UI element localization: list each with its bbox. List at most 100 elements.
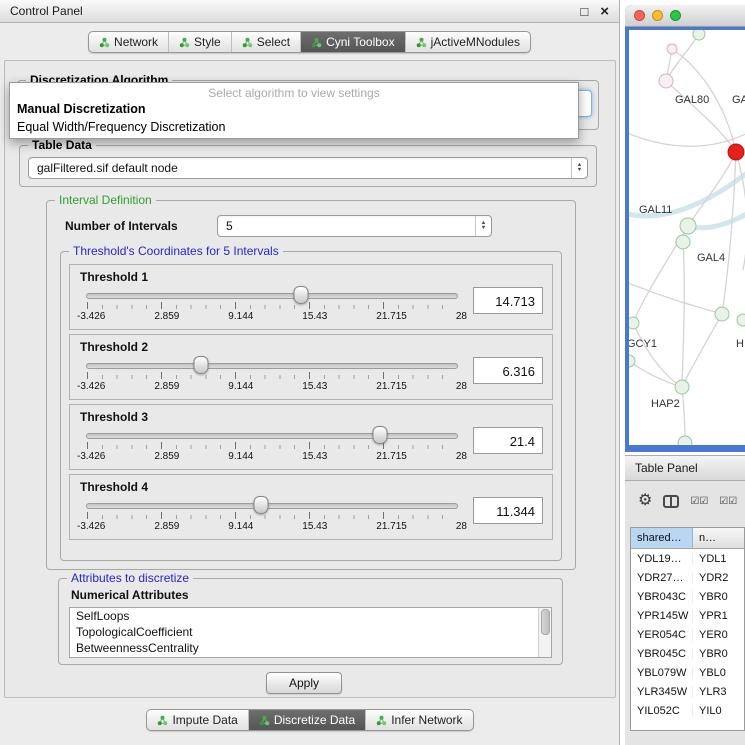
close-window-light[interactable] [634,10,645,21]
network-icon [157,715,168,726]
table-row[interactable]: YPR145W YPR1 [631,606,744,625]
network-canvas[interactable]: GAL80GAGAL11GAL4GCY1HHAP2 [629,30,745,445]
tab[interactable]: Discretize Data [248,710,365,730]
tab[interactable]: Select [231,32,300,52]
tab[interactable]: Style [168,32,231,52]
attributes-scrollbar[interactable] [538,608,551,657]
network-node[interactable] [659,74,673,88]
bottom-tabset: Impute Data Discretize Data Infer Networ… [146,709,473,731]
column-header-shared-name[interactable]: shared… [631,528,693,548]
bottom-tab-bar: Impute Data Discretize Data Infer Networ… [0,709,620,731]
tab[interactable]: Infer Network [365,710,472,730]
threshold-value-input[interactable]: 21.4 [473,427,543,454]
slider-thumb[interactable] [293,286,308,304]
top-tab-bar: Network Style Select Cyni Toolbox jActiv… [0,31,619,53]
tab[interactable]: Impute Data [147,710,247,730]
network-node[interactable] [667,44,677,54]
slider-track[interactable] [86,293,458,299]
table-row[interactable]: YLR345W YLR3 [631,682,744,701]
table-row[interactable]: YER054C YER0 [631,625,744,644]
window-title: Control Panel [10,4,568,18]
network-node[interactable] [715,307,729,321]
threshold-slider: -3.4262.8599.14415.4321.71528 [86,358,458,394]
table-row[interactable]: YBR043C YBR0 [631,587,744,606]
slider-thumb[interactable] [253,496,268,514]
network-node[interactable] [676,235,690,249]
close-window-icon[interactable]: × [600,5,609,18]
list-item[interactable]: TopologicalCoefficient [70,624,551,640]
slider-track[interactable] [86,363,458,369]
slider-track[interactable] [86,503,458,509]
list-item[interactable]: SelfLoops [70,608,551,624]
network-node[interactable] [728,144,744,160]
window-traffic-lights [634,10,681,21]
scale-label: 28 [456,381,467,392]
number-of-intervals-combo[interactable]: 5 ▲ ▼ [217,215,492,237]
network-node[interactable] [629,317,639,329]
columns-icon[interactable] [663,495,679,508]
threshold-value-input[interactable]: 14.713 [473,287,543,314]
scrollbar-thumb[interactable] [541,609,550,635]
slider-thumb[interactable] [194,356,209,374]
tab[interactable]: jActiveMNodules [405,32,530,52]
threshold-label: Threshold 3 [80,410,148,424]
network-canvas-area[interactable]: GAL80GAGAL11GAL4GCY1HHAP2 [629,30,745,445]
top-tabset: Network Style Select Cyni Toolbox jActiv… [88,31,531,53]
scale-label: 21.715 [376,381,407,392]
table-row[interactable]: YIL052C YIL0 [631,701,744,720]
table-row[interactable]: YBL079W YBL0 [631,663,744,682]
network-icon [259,715,270,726]
tab-label: Select [257,35,290,49]
select-columns-icon[interactable]: ☑☑ [719,496,737,507]
slider-track[interactable] [86,433,458,439]
slider-scale: -3.4262.8599.14415.4321.71528 [77,311,467,322]
scale-label: 9.144 [228,521,253,532]
minimize-window-light[interactable] [652,10,663,21]
list-item[interactable]: BetweennessCentrality [70,640,551,656]
tab[interactable]: Network [89,32,168,52]
table-data-combo[interactable]: galFiltered.sif default node ▲ ▼ [28,157,588,179]
table-cell-shared-name: YBR043C [631,591,693,603]
scale-label: 9.144 [228,451,253,462]
combo-stepper-icon[interactable]: ▲ ▼ [571,158,587,178]
threshold-panel: Threshold 4 -3.4262.8599.14415.4321.7152… [69,474,553,540]
slider-thumb[interactable] [372,426,387,444]
check-icon: ☑ [699,496,708,507]
table-row[interactable]: YBR045C YBR0 [631,644,744,663]
threshold-slider: -3.4262.8599.14415.4321.71528 [86,428,458,464]
threshold-value-input[interactable]: 6.316 [473,357,543,384]
network-edge [736,152,745,270]
down-arrow-icon: ▼ [577,168,582,173]
table-row[interactable]: YDL19… YDL1 [631,549,744,568]
gear-icon[interactable]: ⚙ [638,493,652,509]
network-icon [99,37,110,48]
slider-scale: -3.4262.8599.14415.4321.71528 [77,521,467,532]
combo-stepper-icon[interactable]: ▲ ▼ [475,216,491,236]
slider-scale: -3.4262.8599.14415.4321.71528 [77,451,467,462]
network-node[interactable] [693,30,705,40]
scale-label: 15.43 [302,521,327,532]
table-data-group: Table Data galFiltered.sif default node … [19,145,597,187]
network-node[interactable] [737,314,745,326]
tab-label: Network [114,35,158,49]
tab[interactable]: Cyni Toolbox [300,32,404,52]
network-node[interactable] [680,218,696,234]
apply-button[interactable]: Apply [266,672,342,694]
select-all-icon[interactable]: ☑☑ [690,496,708,507]
network-node[interactable] [678,436,692,445]
slider-ticks [87,512,457,519]
table-row[interactable]: YDR27… YDR2 [631,568,744,587]
column-header-name[interactable]: n… [693,528,744,548]
dropdown-item[interactable]: Equal Width/Frequency Discretization [10,118,578,136]
float-window-icon[interactable]: □ [580,5,588,18]
table-panel-header[interactable]: Table Panel [625,455,745,481]
dropdown-item[interactable]: Manual Discretization [10,100,578,118]
network-icon [311,37,322,48]
network-edge [629,280,722,314]
threshold-value-input[interactable]: 11.344 [473,497,543,524]
tab-label: jActiveMNodules [431,35,520,49]
network-node[interactable] [675,380,689,394]
zoom-window-light[interactable] [670,10,681,21]
scale-label: 2.859 [154,521,179,532]
scale-label: -3.426 [77,311,105,322]
